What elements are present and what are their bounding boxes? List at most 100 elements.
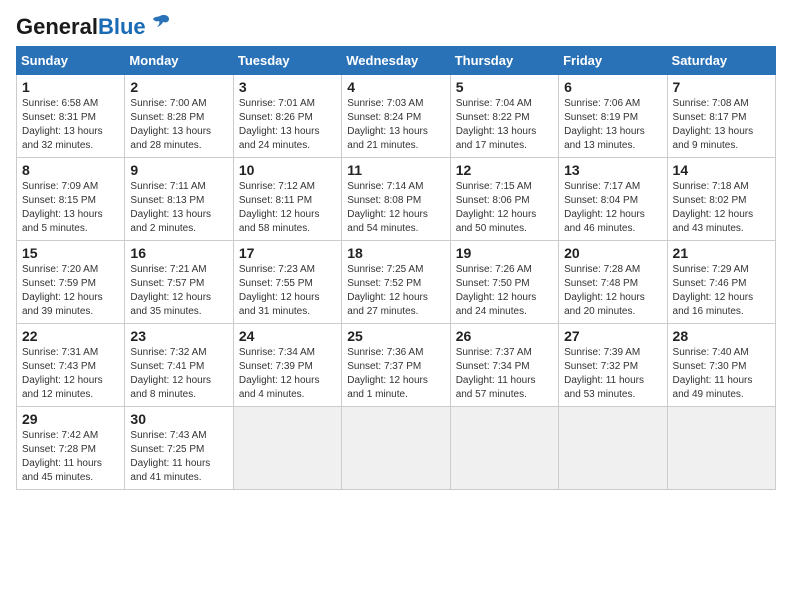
logo-general: General (16, 14, 98, 39)
header: GeneralBlue (16, 16, 776, 38)
cell-details: Sunrise: 7:12 AMSunset: 8:11 PMDaylight:… (239, 180, 336, 236)
cell-details: Sunrise: 7:21 AMSunset: 7:57 PMDaylight:… (130, 263, 227, 319)
day-number: 10 (239, 162, 336, 178)
logo: GeneralBlue (16, 16, 171, 38)
calendar-cell: 10 Sunrise: 7:12 AMSunset: 8:11 PMDayligh… (233, 158, 341, 241)
day-number: 27 (564, 328, 661, 344)
calendar-cell: 7 Sunrise: 7:08 AMSunset: 8:17 PMDaylight… (667, 75, 775, 158)
day-number: 16 (130, 245, 227, 261)
col-header-wednesday: Wednesday (342, 47, 450, 75)
cell-details: Sunrise: 7:01 AMSunset: 8:26 PMDaylight:… (239, 97, 336, 153)
week-row-4: 22 Sunrise: 7:31 AMSunset: 7:43 PMDayligh… (17, 324, 776, 407)
cell-details: Sunrise: 7:14 AMSunset: 8:08 PMDaylight:… (347, 180, 444, 236)
day-number: 2 (130, 79, 227, 95)
day-number: 21 (673, 245, 770, 261)
day-number: 25 (347, 328, 444, 344)
calendar-cell: 29Sunrise: 7:42 AMSunset: 7:28 PMDayligh… (17, 407, 125, 490)
col-header-thursday: Thursday (450, 47, 558, 75)
day-number: 30 (130, 411, 227, 427)
calendar-cell: 13Sunrise: 7:17 AMSunset: 8:04 PMDayligh… (559, 158, 667, 241)
cell-details: Sunrise: 7:04 AMSunset: 8:22 PMDaylight:… (456, 97, 553, 153)
col-header-tuesday: Tuesday (233, 47, 341, 75)
day-number: 6 (564, 79, 661, 95)
calendar-cell: 4 Sunrise: 7:03 AMSunset: 8:24 PMDaylight… (342, 75, 450, 158)
calendar-cell: 21 Sunrise: 7:29 AMSunset: 7:46 PMDayligh… (667, 241, 775, 324)
day-number: 8 (22, 162, 119, 178)
cell-details: Sunrise: 7:15 AMSunset: 8:06 PMDaylight:… (456, 180, 553, 236)
cell-details: Sunrise: 7:18 AMSunset: 8:02 PMDaylight:… (673, 180, 770, 236)
cell-details: Sunrise: 7:28 AMSunset: 7:48 PMDaylight:… (564, 263, 661, 319)
day-number: 3 (239, 79, 336, 95)
bird-icon (149, 12, 171, 34)
cell-details: Sunrise: 7:09 AMSunset: 8:15 PMDaylight:… (22, 180, 119, 236)
day-number: 11 (347, 162, 444, 178)
day-number: 14 (673, 162, 770, 178)
calendar-cell: 12Sunrise: 7:15 AMSunset: 8:06 PMDayligh… (450, 158, 558, 241)
calendar-cell (450, 407, 558, 490)
calendar-cell (559, 407, 667, 490)
cell-details: Sunrise: 7:39 AMSunset: 7:32 PMDaylight:… (564, 346, 661, 402)
cell-details: Sunrise: 7:34 AMSunset: 7:39 PMDaylight:… (239, 346, 336, 402)
calendar-cell: 19 Sunrise: 7:26 AMSunset: 7:50 PMDayligh… (450, 241, 558, 324)
day-number: 19 (456, 245, 553, 261)
day-number: 13 (564, 162, 661, 178)
day-number: 26 (456, 328, 553, 344)
day-number: 20 (564, 245, 661, 261)
col-header-sunday: Sunday (17, 47, 125, 75)
day-number: 1 (22, 79, 119, 95)
calendar-cell: 8 Sunrise: 7:09 AMSunset: 8:15 PMDaylight… (17, 158, 125, 241)
day-number: 9 (130, 162, 227, 178)
cell-details: Sunrise: 7:31 AMSunset: 7:43 PMDaylight:… (22, 346, 119, 402)
day-number: 5 (456, 79, 553, 95)
day-number: 17 (239, 245, 336, 261)
calendar-cell: 28 Sunrise: 7:40 AMSunset: 7:30 PMDayligh… (667, 324, 775, 407)
col-header-monday: Monday (125, 47, 233, 75)
calendar-cell: 22 Sunrise: 7:31 AMSunset: 7:43 PMDayligh… (17, 324, 125, 407)
day-number: 18 (347, 245, 444, 261)
cell-details: Sunrise: 7:42 AMSunset: 7:28 PMDaylight:… (22, 429, 119, 485)
cell-details: Sunrise: 7:37 AMSunset: 7:34 PMDaylight:… (456, 346, 553, 402)
cell-details: Sunrise: 7:36 AMSunset: 7:37 PMDaylight:… (347, 346, 444, 402)
calendar-cell: 11 Sunrise: 7:14 AMSunset: 8:08 PMDayligh… (342, 158, 450, 241)
calendar-cell: 17Sunrise: 7:23 AMSunset: 7:55 PMDayligh… (233, 241, 341, 324)
cell-details: Sunrise: 7:20 AMSunset: 7:59 PMDaylight:… (22, 263, 119, 319)
calendar-cell: 25 Sunrise: 7:36 AMSunset: 7:37 PMDayligh… (342, 324, 450, 407)
calendar-cell: 24 Sunrise: 7:34 AMSunset: 7:39 PMDayligh… (233, 324, 341, 407)
calendar-cell: 9 Sunrise: 7:11 AMSunset: 8:13 PMDaylight… (125, 158, 233, 241)
calendar-cell: 14 Sunrise: 7:18 AMSunset: 8:02 PMDayligh… (667, 158, 775, 241)
day-number: 23 (130, 328, 227, 344)
calendar-cell: 18 Sunrise: 7:25 AMSunset: 7:52 PMDayligh… (342, 241, 450, 324)
col-header-saturday: Saturday (667, 47, 775, 75)
day-number: 22 (22, 328, 119, 344)
day-number: 24 (239, 328, 336, 344)
week-row-5: 29Sunrise: 7:42 AMSunset: 7:28 PMDayligh… (17, 407, 776, 490)
cell-details: Sunrise: 6:58 AMSunset: 8:31 PMDaylight:… (22, 97, 119, 153)
calendar-cell: 5 Sunrise: 7:04 AMSunset: 8:22 PMDaylight… (450, 75, 558, 158)
calendar-cell (667, 407, 775, 490)
header-row: SundayMondayTuesdayWednesdayThursdayFrid… (17, 47, 776, 75)
cell-details: Sunrise: 7:32 AMSunset: 7:41 PMDaylight:… (130, 346, 227, 402)
calendar-cell: 23 Sunrise: 7:32 AMSunset: 7:41 PMDayligh… (125, 324, 233, 407)
cell-details: Sunrise: 7:40 AMSunset: 7:30 PMDaylight:… (673, 346, 770, 402)
cell-details: Sunrise: 7:00 AMSunset: 8:28 PMDaylight:… (130, 97, 227, 153)
calendar-cell: 15 Sunrise: 7:20 AMSunset: 7:59 PMDayligh… (17, 241, 125, 324)
week-row-3: 15 Sunrise: 7:20 AMSunset: 7:59 PMDayligh… (17, 241, 776, 324)
cell-details: Sunrise: 7:26 AMSunset: 7:50 PMDaylight:… (456, 263, 553, 319)
day-number: 15 (22, 245, 119, 261)
cell-details: Sunrise: 7:43 AMSunset: 7:25 PMDaylight:… (130, 429, 227, 485)
cell-details: Sunrise: 7:25 AMSunset: 7:52 PMDaylight:… (347, 263, 444, 319)
calendar-cell: 26 Sunrise: 7:37 AMSunset: 7:34 PMDayligh… (450, 324, 558, 407)
day-number: 7 (673, 79, 770, 95)
calendar-cell: 6Sunrise: 7:06 AMSunset: 8:19 PMDaylight… (559, 75, 667, 158)
week-row-2: 8 Sunrise: 7:09 AMSunset: 8:15 PMDaylight… (17, 158, 776, 241)
week-row-1: 1 Sunrise: 6:58 AMSunset: 8:31 PMDaylight… (17, 75, 776, 158)
col-header-friday: Friday (559, 47, 667, 75)
day-number: 28 (673, 328, 770, 344)
calendar-cell: 1 Sunrise: 6:58 AMSunset: 8:31 PMDaylight… (17, 75, 125, 158)
calendar-cell (342, 407, 450, 490)
cell-details: Sunrise: 7:03 AMSunset: 8:24 PMDaylight:… (347, 97, 444, 153)
day-number: 4 (347, 79, 444, 95)
cell-details: Sunrise: 7:29 AMSunset: 7:46 PMDaylight:… (673, 263, 770, 319)
cell-details: Sunrise: 7:08 AMSunset: 8:17 PMDaylight:… (673, 97, 770, 153)
cell-details: Sunrise: 7:11 AMSunset: 8:13 PMDaylight:… (130, 180, 227, 236)
